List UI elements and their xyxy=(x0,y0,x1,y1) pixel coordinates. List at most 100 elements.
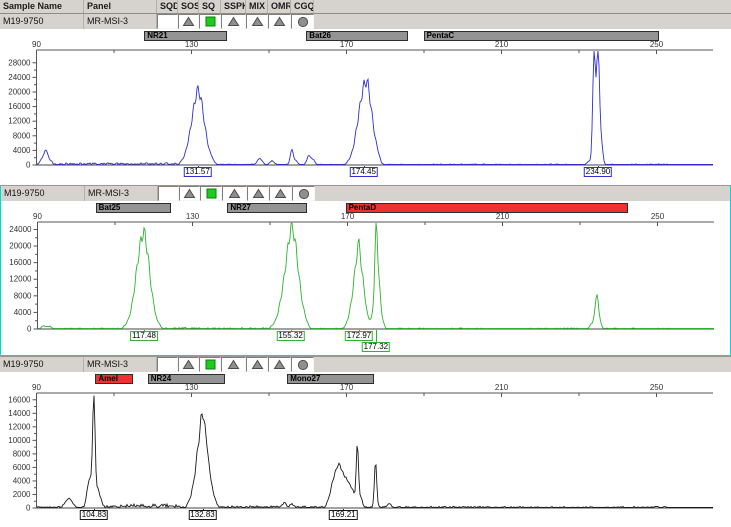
flag-cell-mix[interactable] xyxy=(246,357,268,372)
gray-triangle-flag-icon xyxy=(228,188,241,199)
y-tick-label: 20000 xyxy=(9,242,32,251)
gray-triangle-flag-icon xyxy=(273,359,286,370)
peak-size-label[interactable]: 172.97 xyxy=(345,331,373,341)
flag-cell-omr[interactable] xyxy=(269,186,292,201)
flag-cell-mix[interactable] xyxy=(247,186,269,201)
chart-area: 9013017021025004000800012000160002000024… xyxy=(0,29,731,185)
sample-info-row: M19-9750MR-MSI-3 xyxy=(0,357,731,372)
peak-size-label[interactable]: 155.32 xyxy=(276,331,304,341)
flag-cell-mix[interactable] xyxy=(246,14,268,29)
column-header-sample-name[interactable]: Sample Name xyxy=(0,0,84,13)
y-tick-label: 14000 xyxy=(8,409,31,418)
sample-name-cell[interactable]: M19-9750 xyxy=(0,14,84,29)
y-tick-label: 12000 xyxy=(8,422,31,431)
x-tick-label: 210 xyxy=(495,40,509,49)
peak-size-label[interactable]: 169.21 xyxy=(329,510,357,520)
gray-triangle-flag-icon xyxy=(182,16,195,27)
gray-circle-flag-icon xyxy=(297,359,309,371)
x-tick-label: 210 xyxy=(496,212,510,221)
y-tick-label: 2000 xyxy=(13,490,31,499)
flag-cell-sq[interactable] xyxy=(199,14,221,29)
column-header-mix[interactable]: MIX xyxy=(246,0,268,13)
flag-cell-sos[interactable] xyxy=(179,186,200,201)
flag-cell-sos[interactable] xyxy=(178,357,199,372)
gray-triangle-flag-icon xyxy=(227,359,240,370)
y-tick-label: 8000 xyxy=(13,131,31,140)
chart-area: 9013017021025002000400060008000100001200… xyxy=(0,372,731,527)
electropherogram-panel-1[interactable]: M19-9750MR-MSI-3901301702102500400080001… xyxy=(0,14,731,185)
x-tick-label: 170 xyxy=(340,40,354,49)
electropherogram-panel-2[interactable]: M19-9750MR-MSI-3901301702102500400080001… xyxy=(0,185,731,356)
flag-cell-sspk[interactable] xyxy=(221,14,246,29)
gray-triangle-flag-icon xyxy=(183,188,196,199)
peak-size-label[interactable]: 117.48 xyxy=(130,331,158,341)
trace-plot: 9013017021025004000800012000160002000024… xyxy=(0,29,731,185)
sample-name-cell[interactable]: M19-9750 xyxy=(1,186,85,201)
electropherogram-panels-container: M19-9750MR-MSI-3901301702102500400080001… xyxy=(0,14,731,527)
y-tick-label: 20000 xyxy=(8,87,31,96)
column-header-sspk[interactable]: SSPK xyxy=(221,0,246,13)
flag-cell-sqd[interactable] xyxy=(157,357,178,372)
x-tick-label: 90 xyxy=(33,212,42,221)
peak-size-label[interactable]: 131.57 xyxy=(183,167,211,177)
electropherogram-panel-3[interactable]: M19-9750MR-MSI-3901301702102500200040006… xyxy=(0,356,731,527)
signal-trace xyxy=(38,223,714,329)
flag-cell-cgq[interactable] xyxy=(291,357,314,372)
column-header-sq[interactable]: SQ xyxy=(199,0,221,13)
signal-trace xyxy=(37,51,713,165)
info-row-filler xyxy=(314,14,731,29)
marker-bar-amel: Amel xyxy=(95,374,132,384)
flag-cell-omr[interactable] xyxy=(268,357,291,372)
flag-cell-cgq[interactable] xyxy=(292,186,315,201)
marker-bar-bat25: Bat25 xyxy=(96,203,172,213)
y-tick-label: 24000 xyxy=(8,73,31,82)
flag-cell-sq[interactable] xyxy=(199,357,221,372)
trace-plot: 9013017021025002000400060008000100001200… xyxy=(0,372,731,527)
y-tick-label: 16000 xyxy=(9,258,32,267)
flag-cell-omr[interactable] xyxy=(268,14,291,29)
panel-name-cell[interactable]: MR-MSI-3 xyxy=(85,186,158,201)
column-header-panel[interactable]: Panel xyxy=(84,0,157,13)
y-tick-label: 0 xyxy=(26,504,31,513)
peak-label-leader xyxy=(376,330,377,342)
marker-bar-nr27: NR27 xyxy=(227,203,306,213)
marker-bar-nr24: NR24 xyxy=(148,374,225,384)
green-square-flag-icon xyxy=(206,188,217,199)
flag-cell-sspk[interactable] xyxy=(221,357,246,372)
y-tick-label: 12000 xyxy=(9,275,32,284)
peak-size-label[interactable]: 177.32 xyxy=(362,342,390,352)
flag-cell-sqd[interactable] xyxy=(157,14,178,29)
column-header-sqd[interactable]: SQD xyxy=(157,0,178,13)
y-tick-label: 8000 xyxy=(13,449,31,458)
sample-info-row: M19-9750MR-MSI-3 xyxy=(0,14,731,29)
marker-bar-nr21: NR21 xyxy=(144,31,227,41)
flag-cell-sqd[interactable] xyxy=(158,186,179,201)
flag-cell-cgq[interactable] xyxy=(291,14,314,29)
y-tick-label: 12000 xyxy=(8,117,31,126)
peak-size-label[interactable]: 132.83 xyxy=(188,510,216,520)
y-tick-label: 28000 xyxy=(8,58,31,67)
y-tick-label: 4000 xyxy=(13,476,31,485)
x-tick-label: 250 xyxy=(651,212,665,221)
table-header-row: Sample NamePanelSQDSOSSQSSPKMIXOMRCGQ xyxy=(0,0,731,14)
marker-bar-pentad: PentaD xyxy=(346,203,629,213)
green-square-flag-icon xyxy=(205,359,216,370)
x-tick-label: 90 xyxy=(32,40,41,49)
peak-size-label[interactable]: 174.45 xyxy=(349,167,377,177)
panel-name-cell[interactable]: MR-MSI-3 xyxy=(84,14,157,29)
marker-bar-bat26: Bat26 xyxy=(306,31,408,41)
peak-size-label[interactable]: 104.83 xyxy=(80,510,108,520)
flag-cell-sq[interactable] xyxy=(200,186,222,201)
peak-size-label[interactable]: 234.90 xyxy=(584,167,612,177)
x-tick-label: 250 xyxy=(650,40,664,49)
column-header-cgq[interactable]: CGQ xyxy=(291,0,314,13)
sample-name-cell[interactable]: M19-9750 xyxy=(0,357,84,372)
column-header-sos[interactable]: SOS xyxy=(178,0,199,13)
flag-cell-sspk[interactable] xyxy=(222,186,247,201)
gray-triangle-flag-icon xyxy=(252,188,265,199)
panel-name-cell[interactable]: MR-MSI-3 xyxy=(84,357,157,372)
y-tick-label: 4000 xyxy=(14,308,32,317)
flag-cell-sos[interactable] xyxy=(178,14,199,29)
column-header-omr[interactable]: OMR xyxy=(268,0,291,13)
x-tick-label: 90 xyxy=(32,383,41,392)
